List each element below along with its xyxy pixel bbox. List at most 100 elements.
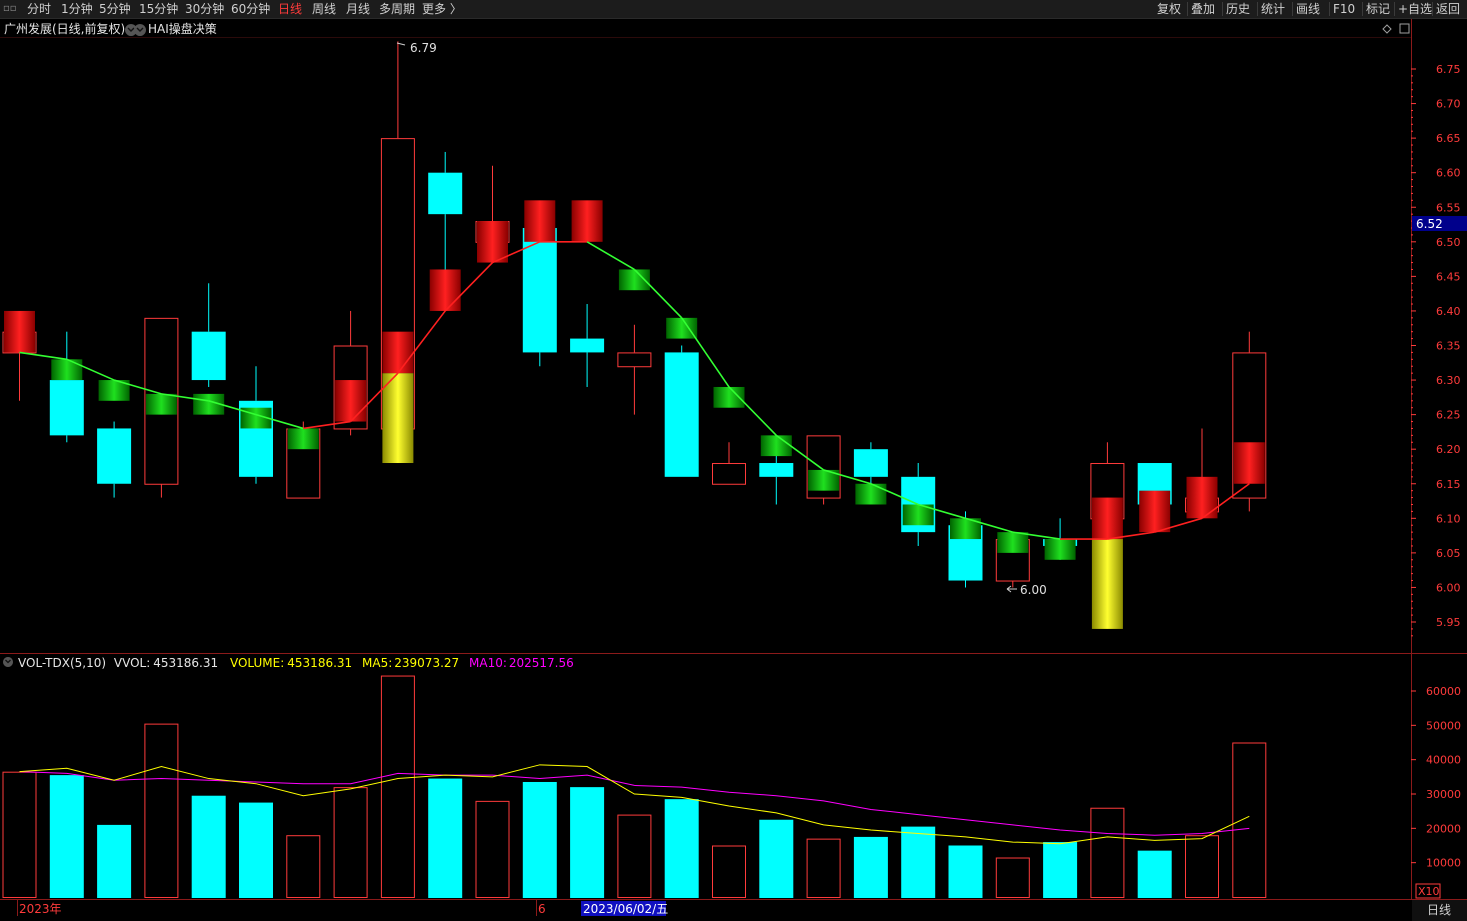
hai-block — [1091, 497, 1123, 540]
period-tab-1[interactable]: 1分钟 — [61, 1, 93, 17]
price-tick-label: 6.25 — [1436, 409, 1461, 422]
period-tab-0[interactable]: 分时 — [27, 1, 51, 17]
candle-body — [49, 380, 84, 436]
toolbar-button-4[interactable]: 画线 — [1296, 1, 1320, 17]
volume-bar — [664, 799, 699, 898]
toolbar-separator — [1394, 2, 1395, 16]
toolbar-button-0[interactable]: 复权 — [1157, 1, 1181, 17]
toolbar-separator — [1362, 2, 1363, 16]
candle-body — [617, 352, 652, 368]
month-label: 6 — [538, 902, 546, 916]
period-label[interactable]: 日线 — [1427, 903, 1451, 917]
period-tab-4[interactable]: 30分钟 — [185, 1, 224, 17]
period-tab-9[interactable]: 多周期 — [379, 1, 415, 17]
volume-bar — [333, 787, 368, 899]
hai-line-segment — [19, 351, 67, 361]
price-tick-label: 6.45 — [1436, 270, 1461, 283]
volume-bar — [144, 723, 179, 898]
toolbar-button-2[interactable]: 历史 — [1226, 1, 1250, 17]
toolbar-separator — [1432, 2, 1433, 16]
volume-bar — [1137, 850, 1172, 898]
volume-multiplier: X10 — [1418, 885, 1440, 898]
ma10-label: MA10: — [469, 656, 507, 670]
indicator-dropdown-icon[interactable] — [134, 24, 147, 36]
toolbar-button-6[interactable]: 标记 — [1366, 1, 1390, 17]
price-tick-label: 6.30 — [1436, 374, 1461, 387]
low-marker-arrow — [1006, 585, 1017, 593]
vvol-label: VVOL: — [113, 656, 151, 670]
volume-bar — [901, 826, 936, 898]
candle-body — [664, 352, 699, 477]
diamond-icon[interactable] — [1382, 24, 1392, 34]
volume-bar — [1090, 807, 1125, 899]
volume-bar — [49, 775, 84, 898]
volume-bar — [2, 771, 37, 899]
stock-title[interactable]: 广州发展(日线,前复权) — [4, 22, 125, 36]
hai-block — [4, 310, 35, 353]
volume-bar — [522, 781, 557, 898]
volume-bar — [570, 787, 605, 898]
toolbar-button-7[interactable]: +自选 — [1398, 1, 1432, 17]
period-tab-7[interactable]: 周线 — [312, 1, 336, 17]
hai-block — [1186, 476, 1218, 519]
hai-block — [1233, 442, 1265, 484]
hai-line-segment — [633, 268, 683, 319]
hai-block — [1044, 539, 1076, 560]
volume-tick-label: 50000 — [1426, 719, 1461, 732]
volume-bar — [428, 778, 463, 898]
current-price: 6.52 — [1416, 217, 1443, 231]
volume-tick-label: 10000 — [1426, 857, 1461, 870]
toolbar-button-3[interactable]: 统计 — [1261, 1, 1285, 17]
candle-body — [853, 449, 888, 477]
volume-axis: 60000 50000 40000 30000 20000 10000 — [1411, 685, 1461, 870]
hai-block — [1139, 490, 1171, 533]
high-marker: 6.79 — [410, 41, 437, 55]
volume-tick-label: 20000 — [1426, 822, 1461, 835]
price-tick-label: 6.75 — [1436, 63, 1461, 76]
indicator-name[interactable]: HAI操盘决策 — [148, 22, 217, 36]
toolbar-separator — [1222, 2, 1223, 16]
maximize-icon[interactable] — [1399, 23, 1410, 34]
price-tick-label: 6.50 — [1436, 236, 1461, 249]
toolbar-separator — [1257, 2, 1258, 16]
toolbar-button-1[interactable]: 叠加 — [1191, 1, 1215, 17]
hai-block — [382, 331, 414, 374]
toolbar-separator — [1292, 2, 1293, 16]
volume-bars — [2, 675, 1267, 899]
volume-bar — [948, 845, 983, 898]
volume-bar — [475, 800, 510, 898]
period-tab-8[interactable]: 月线 — [346, 1, 370, 17]
toolbar-button-5[interactable]: F10 — [1333, 1, 1355, 17]
vvol-value: 453186.31 — [153, 656, 219, 670]
period-tab-2[interactable]: 5分钟 — [99, 1, 131, 17]
price-tick-label: 6.70 — [1436, 98, 1461, 111]
toolbar-separator — [1187, 2, 1188, 16]
chart-area[interactable]: 6.75 6.70 6.65 6.60 6.55 6.50 6.45 6.40 6.35 6.30… — [0, 19, 1467, 921]
volume-bar — [239, 802, 273, 898]
period-tab-5[interactable]: 60分钟 — [231, 1, 270, 17]
price-tick-label: 6.65 — [1436, 132, 1461, 145]
hai-block — [666, 317, 698, 339]
period-tab-6[interactable]: 日线 — [278, 1, 302, 17]
hai-block — [145, 393, 177, 415]
panel-toggle-icon[interactable]: ▫▫ — [3, 1, 17, 17]
volume-bar — [806, 838, 841, 899]
price-tick-label: 6.60 — [1436, 167, 1461, 180]
volume-bar — [286, 835, 321, 899]
candlesticks — [2, 41, 1267, 588]
hai-block — [855, 483, 887, 505]
hai-volume-block — [1091, 539, 1123, 629]
period-tab-10[interactable]: 更多 〉 — [422, 1, 462, 17]
hai-block — [335, 380, 367, 422]
price-tick-label: 5.95 — [1436, 616, 1461, 629]
candle-body — [428, 172, 463, 215]
hai-block — [760, 435, 792, 457]
price-tick-label: 6.15 — [1436, 478, 1461, 491]
volume-bar — [380, 675, 415, 898]
volume-bar — [1232, 742, 1267, 898]
toolbar-button-8[interactable]: 返回 — [1436, 1, 1460, 17]
period-tab-3[interactable]: 15分钟 — [139, 1, 178, 17]
price-tick-label: 6.00 — [1436, 581, 1461, 594]
volume-bar — [759, 819, 794, 898]
volume-bar — [853, 836, 888, 898]
